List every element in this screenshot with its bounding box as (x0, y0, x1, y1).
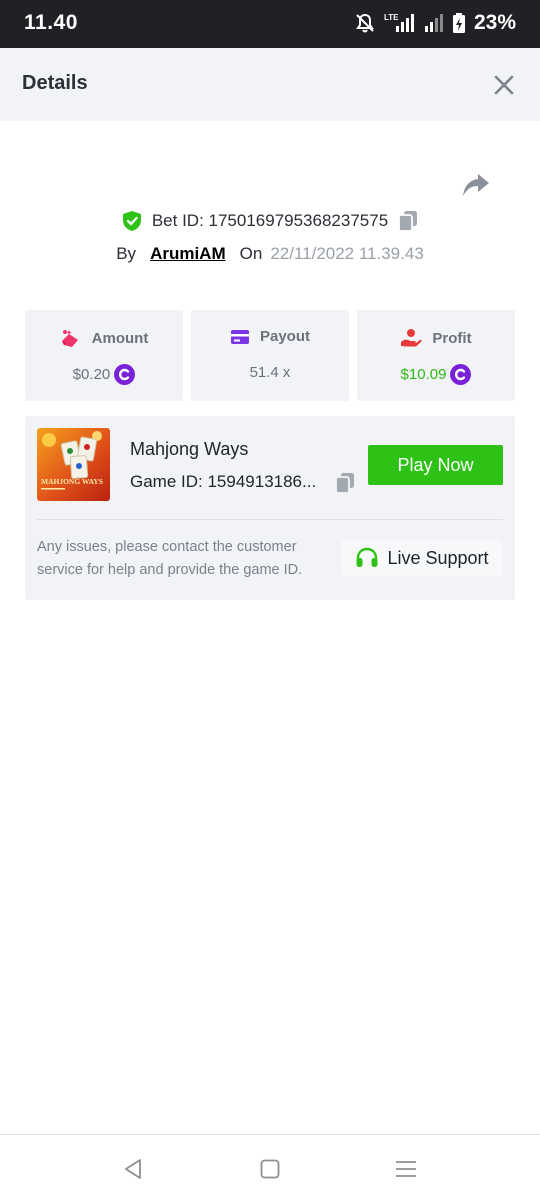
bet-amount-icon (61, 330, 78, 347)
verified-shield-icon (122, 211, 141, 231)
lte-signal-icon: LTE (384, 13, 414, 32)
profit-hand-icon (401, 329, 422, 347)
username-link[interactable]: ArumiAM (150, 244, 226, 264)
lte-text: LTE (384, 13, 399, 22)
amount-label: Amount (91, 329, 149, 347)
bet-datetime: 22/11/2022 11.39.43 (270, 244, 424, 263)
bet-meta-row: By ArumiAM On 22/11/2022 11.39.43 (0, 244, 540, 264)
battery-percent: 23% (473, 11, 516, 34)
bet-id-row: Bet ID: 1750169795368237575 (0, 210, 540, 232)
amount-value: $0.20 (72, 366, 111, 383)
help-text: Any issues, please contact the customer … (37, 539, 303, 578)
headset-icon (356, 547, 378, 567)
coin-icon (114, 364, 136, 385)
amount-card: Amount $0.20 (25, 310, 183, 401)
game-name: Mahjong Ways (130, 439, 249, 459)
on-label: On (239, 244, 263, 263)
divider (37, 519, 503, 520)
bet-id: Bet ID: 1750169795368237575 (151, 211, 389, 230)
close-icon[interactable] (492, 73, 516, 97)
status-icons: LTE 23% (354, 10, 516, 36)
copy-bet-id-icon[interactable] (398, 210, 418, 232)
signal-icon (424, 14, 443, 32)
play-now-button[interactable]: Play Now (368, 445, 503, 485)
game-panel: MAHJONG WAYS Mahjong Ways Game ID: 15949… (25, 416, 515, 600)
live-support-button[interactable]: Live Support (341, 540, 503, 576)
live-support-label: Live Support (387, 547, 489, 568)
status-time: 11.40 (24, 11, 78, 34)
game-thumbnail[interactable]: MAHJONG WAYS (37, 428, 110, 501)
profit-card: Profit $10.09 (357, 310, 515, 401)
profit-value: $10.09 (400, 366, 447, 383)
details-header: Details (0, 48, 540, 121)
mute-icon (356, 13, 374, 33)
copy-game-id-icon[interactable] (335, 472, 355, 494)
card-icon (230, 329, 249, 344)
share-icon[interactable] (462, 172, 490, 198)
status-bar: 11.40 LTE 23% (0, 0, 540, 48)
payout-label: Payout (259, 328, 310, 345)
payout-value: 51.4 x (249, 364, 291, 381)
profit-label: Profit (432, 329, 472, 347)
by-label: By (116, 244, 137, 263)
system-nav-bar (0, 1134, 540, 1200)
battery-icon (452, 13, 465, 33)
home-nav-icon[interactable] (258, 1157, 282, 1181)
thumb-title: MAHJONG WAYS (41, 477, 103, 486)
payout-card: Payout 51.4 x (191, 310, 349, 401)
coin-icon (450, 364, 472, 385)
game-id: Game ID: 1594913186... (130, 472, 317, 491)
recents-nav-icon[interactable] (394, 1157, 418, 1181)
page-title: Details (22, 72, 88, 94)
back-nav-icon[interactable] (121, 1157, 145, 1181)
